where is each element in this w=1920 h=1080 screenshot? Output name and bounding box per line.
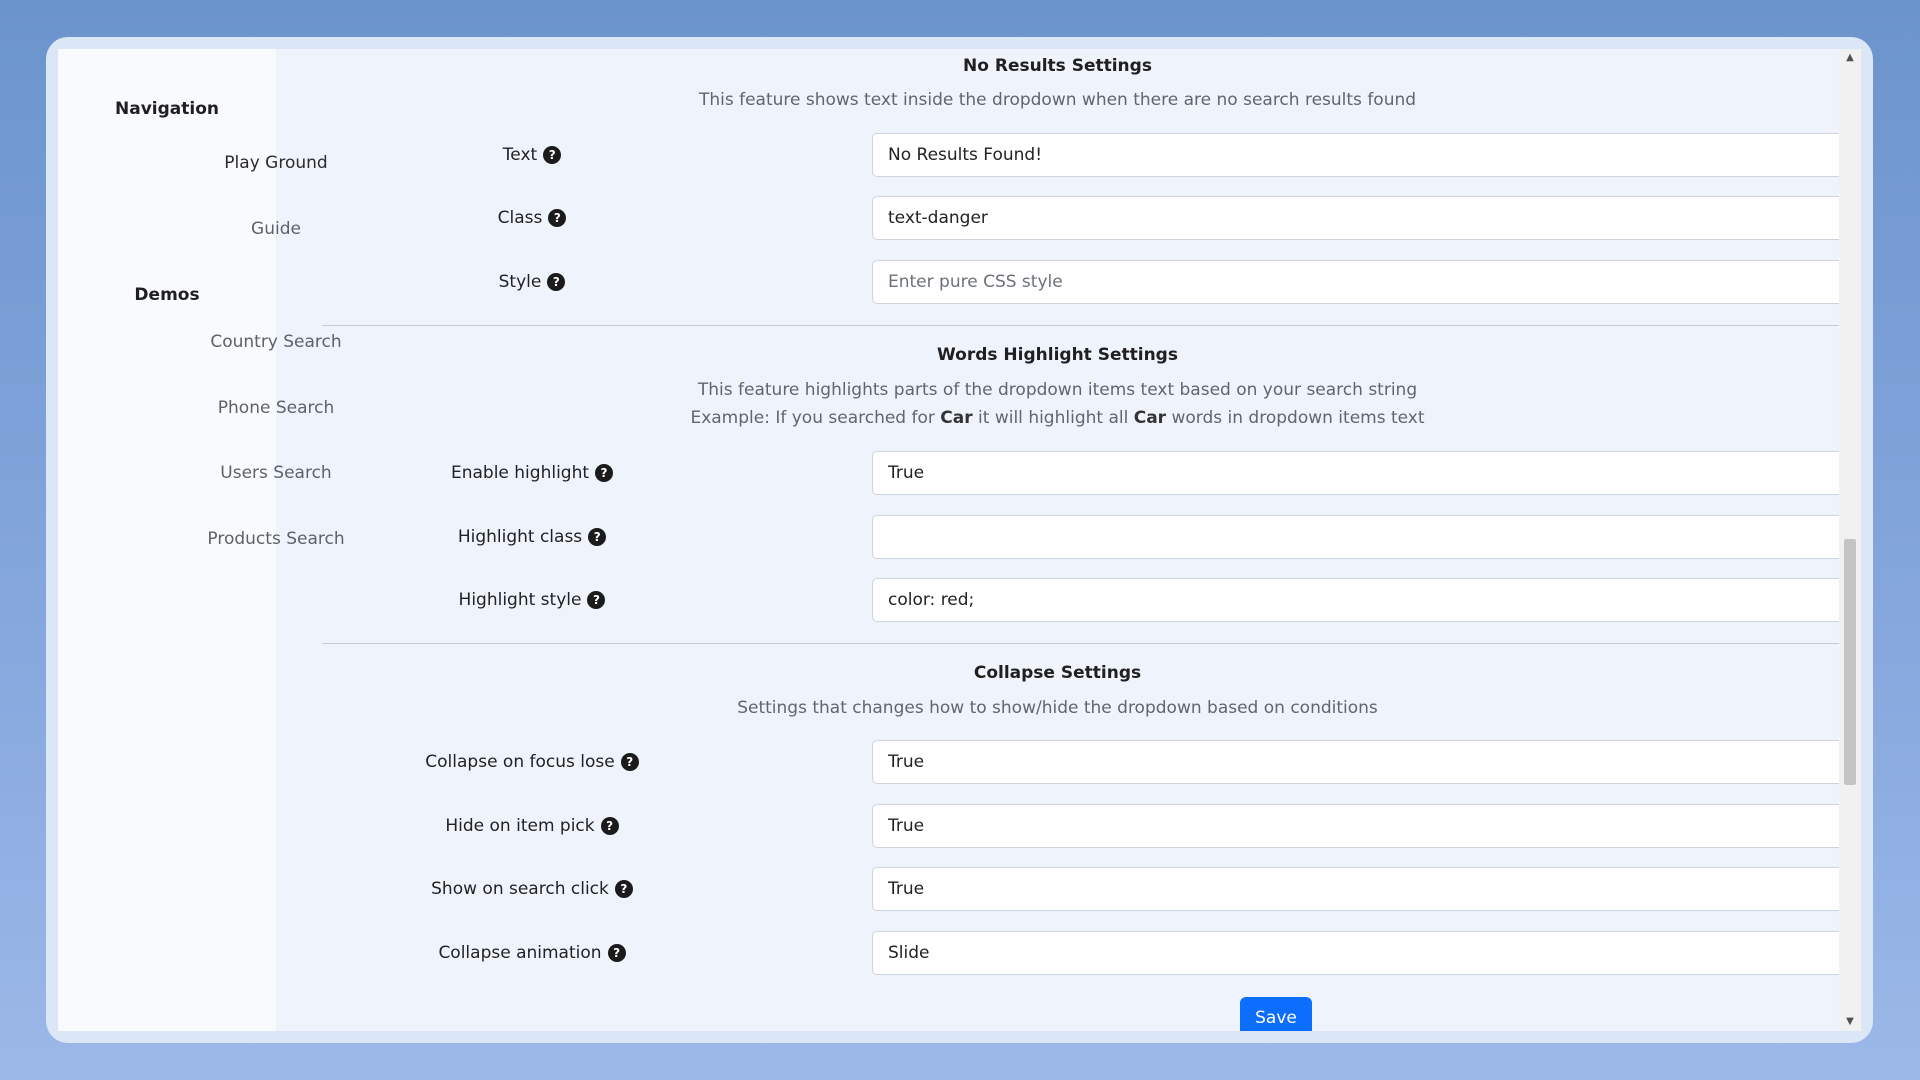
text-label: Text ? bbox=[276, 133, 788, 177]
collapse-animation-label: Collapse animation ? bbox=[276, 931, 788, 975]
no-results-title: No Results Settings bbox=[963, 56, 1152, 76]
no-results-style-input[interactable] bbox=[872, 260, 1844, 304]
show-search-click-label: Show on search click ? bbox=[276, 867, 788, 911]
style-label: Style ? bbox=[276, 260, 788, 304]
help-icon[interactable]: ? bbox=[548, 209, 567, 227]
no-results-description: This feature shows text inside the dropd… bbox=[698, 90, 1417, 110]
settings-panel: No Results Settings This feature shows t… bbox=[276, 49, 1861, 1031]
help-icon[interactable]: ? bbox=[607, 944, 626, 962]
help-icon[interactable]: ? bbox=[595, 464, 614, 482]
scroll-up-icon[interactable]: ▲ bbox=[1839, 49, 1861, 67]
help-icon[interactable]: ? bbox=[614, 880, 633, 898]
no-results-class-input[interactable] bbox=[872, 196, 1844, 240]
collapse-focus-lose-label: Collapse on focus lose ? bbox=[276, 740, 788, 784]
collapse-title: Collapse Settings bbox=[973, 663, 1142, 683]
help-icon[interactable]: ? bbox=[620, 753, 639, 771]
highlight-example: Example: If you searched for Car it will… bbox=[690, 408, 1425, 428]
hide-item-pick-input[interactable] bbox=[872, 804, 1844, 848]
collapse-animation-input[interactable] bbox=[872, 931, 1844, 975]
highlight-class-input[interactable] bbox=[872, 515, 1844, 559]
demos-heading: Demos bbox=[134, 285, 200, 305]
hide-item-pick-label: Hide on item pick ? bbox=[276, 804, 788, 848]
enable-highlight-input[interactable] bbox=[872, 451, 1844, 495]
save-button[interactable]: Save bbox=[1240, 997, 1312, 1031]
no-results-text-input[interactable] bbox=[872, 133, 1844, 177]
nav-heading: Navigation bbox=[115, 99, 219, 119]
highlight-style-input[interactable] bbox=[872, 578, 1844, 622]
app-window: Navigation Play Ground Guide Demos Count… bbox=[46, 37, 1873, 1043]
highlight-description: This feature highlights parts of the dro… bbox=[697, 380, 1418, 400]
sidebar: Navigation Play Ground Guide Demos Count… bbox=[58, 49, 345, 1031]
class-label: Class ? bbox=[276, 196, 788, 240]
browser-viewport: Navigation Play Ground Guide Demos Count… bbox=[58, 49, 1861, 1031]
highlight-class-label: Highlight class ? bbox=[276, 515, 788, 559]
section-divider bbox=[322, 325, 1844, 326]
help-icon[interactable]: ? bbox=[600, 817, 619, 835]
help-icon[interactable]: ? bbox=[587, 591, 606, 609]
show-search-click-input[interactable] bbox=[872, 867, 1844, 911]
help-icon[interactable]: ? bbox=[543, 146, 562, 164]
help-icon[interactable]: ? bbox=[588, 528, 607, 546]
scrollbar[interactable]: ▲ ▼ bbox=[1839, 49, 1861, 1031]
section-divider bbox=[322, 643, 1844, 644]
help-icon[interactable]: ? bbox=[547, 273, 566, 291]
scrollbar-thumb[interactable] bbox=[1844, 539, 1856, 785]
highlight-title: Words Highlight Settings bbox=[937, 345, 1178, 365]
enable-highlight-label: Enable highlight ? bbox=[276, 451, 788, 495]
highlight-style-label: Highlight style ? bbox=[276, 578, 788, 622]
collapse-focus-lose-input[interactable] bbox=[872, 740, 1844, 784]
collapse-description: Settings that changes how to show/hide t… bbox=[737, 698, 1378, 718]
scroll-down-icon[interactable]: ▼ bbox=[1839, 1013, 1861, 1031]
